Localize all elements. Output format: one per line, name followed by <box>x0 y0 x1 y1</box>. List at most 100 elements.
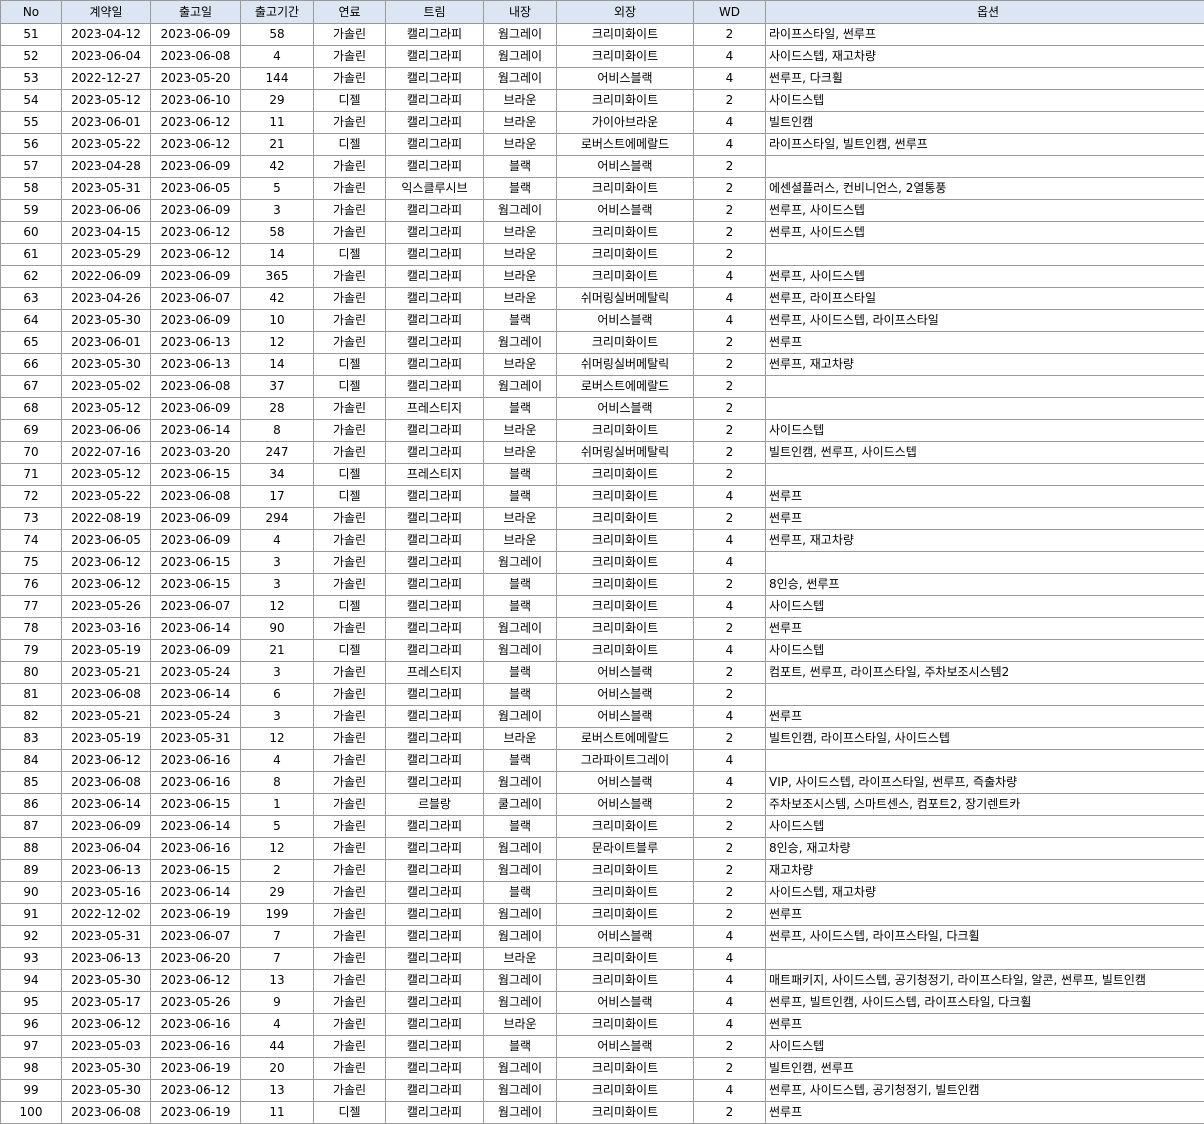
cell-options[interactable]: 매트패키지, 사이드스텝, 공기청정기, 라이프스타일, 알콘, 썬루프, 빌트… <box>765 969 1204 992</box>
cell-trim[interactable]: 익스클루시브 <box>385 177 484 200</box>
cell-wd[interactable]: 4 <box>693 309 766 332</box>
cell-interior[interactable]: 브라운 <box>483 243 557 266</box>
cell-contract-date[interactable]: 2023-05-29 <box>61 243 151 266</box>
cell-contract-date[interactable]: 2023-05-30 <box>61 969 151 992</box>
cell-exterior[interactable]: 크리미화이트 <box>556 1057 694 1080</box>
cell-trim[interactable]: 캘리그라피 <box>385 375 484 398</box>
cell-release-date[interactable]: 2023-06-09 <box>150 529 241 552</box>
cell-options[interactable]: 사이드스텝 <box>765 1035 1204 1058</box>
cell-release-period[interactable]: 4 <box>240 529 314 552</box>
cell-release-date[interactable]: 2023-03-20 <box>150 441 241 464</box>
cell-release-period[interactable]: 1 <box>240 793 314 816</box>
cell-no[interactable]: 79 <box>0 639 62 662</box>
cell-options[interactable]: 사이드스텝, 재고차량 <box>765 881 1204 904</box>
cell-fuel[interactable]: 가솔린 <box>313 221 386 244</box>
cell-exterior[interactable]: 어비스블랙 <box>556 309 694 332</box>
cell-exterior[interactable]: 어비스블랙 <box>556 683 694 706</box>
cell-contract-date[interactable]: 2023-06-12 <box>61 1013 151 1036</box>
cell-exterior[interactable]: 크리미화이트 <box>556 859 694 882</box>
cell-options[interactable]: 라이프스타일, 썬루프 <box>765 23 1204 46</box>
cell-release-period[interactable]: 9 <box>240 991 314 1014</box>
cell-fuel[interactable]: 가솔린 <box>313 859 386 882</box>
col-header-release-date[interactable]: 출고일 <box>150 0 241 24</box>
cell-no[interactable]: 66 <box>0 353 62 376</box>
cell-release-date[interactable]: 2023-06-08 <box>150 485 241 508</box>
cell-options[interactable]: VIP, 사이드스텝, 라이프스타일, 썬루프, 즉출차량 <box>765 771 1204 794</box>
cell-fuel[interactable]: 디젤 <box>313 639 386 662</box>
cell-no[interactable]: 97 <box>0 1035 62 1058</box>
cell-release-date[interactable]: 2023-06-15 <box>150 573 241 596</box>
cell-contract-date[interactable]: 2023-06-13 <box>61 947 151 970</box>
cell-options[interactable]: 썬루프 <box>765 1013 1204 1036</box>
cell-wd[interactable]: 4 <box>693 925 766 948</box>
cell-contract-date[interactable]: 2023-05-30 <box>61 1057 151 1080</box>
cell-release-period[interactable]: 247 <box>240 441 314 464</box>
cell-no[interactable]: 72 <box>0 485 62 508</box>
cell-release-date[interactable]: 2023-06-09 <box>150 507 241 530</box>
cell-release-period[interactable]: 3 <box>240 573 314 596</box>
cell-release-date[interactable]: 2023-06-15 <box>150 463 241 486</box>
cell-fuel[interactable]: 가솔린 <box>313 45 386 68</box>
cell-interior[interactable]: 블랙 <box>483 155 557 178</box>
cell-release-period[interactable]: 12 <box>240 595 314 618</box>
cell-interior[interactable]: 웜그레이 <box>483 859 557 882</box>
cell-release-period[interactable]: 58 <box>240 221 314 244</box>
cell-release-date[interactable]: 2023-05-24 <box>150 705 241 728</box>
cell-fuel[interactable]: 가솔린 <box>313 331 386 354</box>
cell-contract-date[interactable]: 2023-06-06 <box>61 419 151 442</box>
cell-fuel[interactable]: 가솔린 <box>313 419 386 442</box>
cell-release-period[interactable]: 5 <box>240 177 314 200</box>
cell-contract-date[interactable]: 2023-06-13 <box>61 859 151 882</box>
cell-release-date[interactable]: 2023-06-16 <box>150 1013 241 1036</box>
cell-wd[interactable]: 2 <box>693 331 766 354</box>
cell-release-period[interactable]: 10 <box>240 309 314 332</box>
cell-exterior[interactable]: 그라파이트그레이 <box>556 749 694 772</box>
cell-contract-date[interactable]: 2023-06-04 <box>61 837 151 860</box>
cell-no[interactable]: 99 <box>0 1079 62 1102</box>
cell-wd[interactable]: 2 <box>693 1101 766 1124</box>
cell-fuel[interactable]: 가솔린 <box>313 199 386 222</box>
cell-interior[interactable]: 브라운 <box>483 947 557 970</box>
cell-wd[interactable]: 2 <box>693 23 766 46</box>
cell-options[interactable]: 빌트인캠, 라이프스타일, 사이드스텝 <box>765 727 1204 750</box>
cell-wd[interactable]: 2 <box>693 573 766 596</box>
cell-contract-date[interactable]: 2023-05-02 <box>61 375 151 398</box>
cell-exterior[interactable]: 로버스트에메랄드 <box>556 375 694 398</box>
cell-interior[interactable]: 웜그레이 <box>483 67 557 90</box>
cell-no[interactable]: 89 <box>0 859 62 882</box>
cell-wd[interactable]: 2 <box>693 837 766 860</box>
cell-wd[interactable]: 4 <box>693 133 766 156</box>
cell-no[interactable]: 64 <box>0 309 62 332</box>
cell-fuel[interactable]: 가솔린 <box>313 529 386 552</box>
cell-contract-date[interactable]: 2023-05-31 <box>61 177 151 200</box>
cell-options[interactable]: 8인승, 썬루프 <box>765 573 1204 596</box>
cell-release-date[interactable]: 2023-06-09 <box>150 265 241 288</box>
cell-release-date[interactable]: 2023-06-12 <box>150 969 241 992</box>
cell-fuel[interactable]: 가솔린 <box>313 969 386 992</box>
cell-fuel[interactable]: 디젤 <box>313 463 386 486</box>
cell-no[interactable]: 96 <box>0 1013 62 1036</box>
cell-wd[interactable]: 2 <box>693 397 766 420</box>
cell-release-date[interactable]: 2023-06-12 <box>150 243 241 266</box>
cell-wd[interactable]: 2 <box>693 375 766 398</box>
cell-interior[interactable]: 웜그레이 <box>483 199 557 222</box>
cell-release-date[interactable]: 2023-06-10 <box>150 89 241 112</box>
cell-options[interactable] <box>765 749 1204 772</box>
cell-fuel[interactable]: 가솔린 <box>313 155 386 178</box>
cell-contract-date[interactable]: 2023-05-30 <box>61 353 151 376</box>
cell-interior[interactable]: 블랙 <box>483 815 557 838</box>
cell-contract-date[interactable]: 2023-06-12 <box>61 749 151 772</box>
cell-trim[interactable]: 캘리그라피 <box>385 595 484 618</box>
cell-exterior[interactable]: 크리미화이트 <box>556 45 694 68</box>
cell-release-date[interactable]: 2023-06-15 <box>150 859 241 882</box>
cell-wd[interactable]: 4 <box>693 595 766 618</box>
cell-fuel[interactable]: 가솔린 <box>313 683 386 706</box>
cell-exterior[interactable]: 크리미화이트 <box>556 507 694 530</box>
cell-release-date[interactable]: 2023-06-12 <box>150 221 241 244</box>
cell-interior[interactable]: 블랙 <box>483 573 557 596</box>
cell-wd[interactable]: 2 <box>693 727 766 750</box>
cell-interior[interactable]: 블랙 <box>483 1035 557 1058</box>
cell-release-date[interactable]: 2023-06-08 <box>150 45 241 68</box>
cell-wd[interactable]: 2 <box>693 1057 766 1080</box>
cell-options[interactable]: 썬루프, 사이드스텝 <box>765 265 1204 288</box>
